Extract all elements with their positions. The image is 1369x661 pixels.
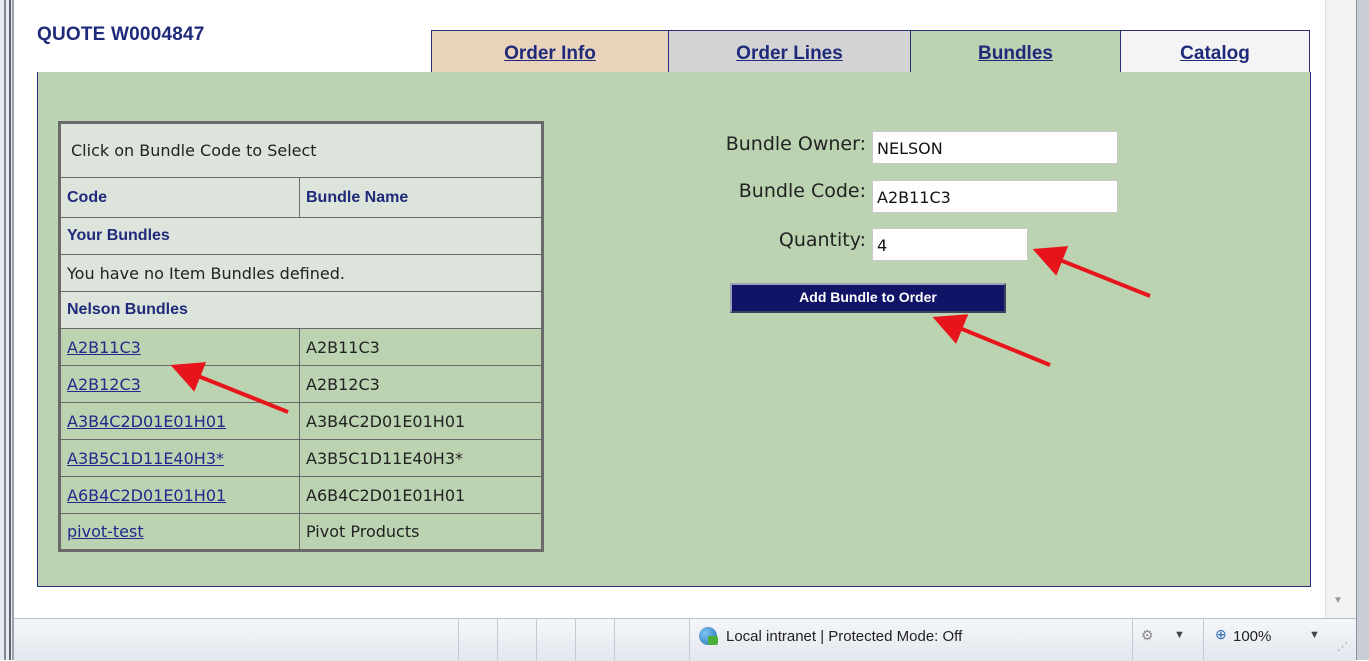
- chevron-down-icon[interactable]: ▼: [1309, 629, 1320, 641]
- lock-icon[interactable]: ⚙: [1141, 627, 1154, 644]
- zoom-level[interactable]: 100%: [1233, 628, 1271, 645]
- bundle-code-label: Bundle Code:: [738, 180, 866, 202]
- bundle-code-field[interactable]: A2B11C3: [872, 180, 1118, 213]
- column-header-code: Code: [59, 177, 300, 218]
- table-row: A2B11C3 A2B11C3: [59, 328, 543, 366]
- add-bundle-button[interactable]: Add Bundle to Order: [730, 283, 1006, 313]
- quantity-label: Quantity:: [778, 229, 866, 251]
- tab-order-lines[interactable]: Order Lines: [668, 30, 911, 73]
- chevron-down-icon[interactable]: ▼: [1174, 629, 1185, 641]
- globe-icon: [699, 627, 718, 645]
- section-your-bundles: Your Bundles: [59, 217, 543, 255]
- bundle-name: A2B12C3: [299, 365, 543, 403]
- status-bar: [14, 618, 1356, 661]
- tab-catalog[interactable]: Catalog: [1120, 30, 1310, 73]
- table-row: A2B12C3 A2B12C3: [59, 365, 543, 403]
- bundle-code-link[interactable]: A6B4C2D01E01H01: [67, 486, 226, 505]
- table-row: pivot-test Pivot Products: [59, 513, 543, 551]
- security-zone[interactable]: Local intranet | Protected Mode: Off: [726, 628, 962, 645]
- quantity-field[interactable]: 4: [872, 228, 1028, 261]
- bundle-code-link[interactable]: A3B4C2D01E01H01: [67, 412, 226, 431]
- window-frame-left: [0, 0, 14, 660]
- tab-bundles[interactable]: Bundles: [910, 30, 1121, 74]
- tab-catalog-label[interactable]: Catalog: [1180, 43, 1250, 64]
- bundle-code-link[interactable]: A3B5C1D11E40H3*: [67, 449, 224, 468]
- vertical-scrollbar[interactable]: [1325, 0, 1356, 618]
- scroll-down-icon[interactable]: ▼: [1333, 596, 1343, 606]
- table-caption: Click on Bundle Code to Select: [59, 122, 543, 178]
- bundle-code-link[interactable]: A2B12C3: [67, 375, 141, 394]
- resize-grip-icon[interactable]: ⋰: [1337, 640, 1348, 653]
- bundle-owner-field[interactable]: NELSON: [872, 131, 1118, 164]
- bundle-name: A6B4C2D01E01H01: [299, 476, 543, 514]
- page-title: QUOTE W0004847: [37, 24, 205, 45]
- empty-message: You have no Item Bundles defined.: [59, 254, 543, 292]
- bundle-name: A3B4C2D01E01H01: [299, 402, 543, 440]
- bundle-name: A2B11C3: [299, 328, 543, 366]
- tab-order-lines-label[interactable]: Order Lines: [736, 43, 843, 64]
- table-row: A3B5C1D11E40H3* A3B5C1D11E40H3*: [59, 439, 543, 477]
- column-header-bundle-name: Bundle Name: [299, 177, 543, 218]
- bundle-owner-label: Bundle Owner:: [725, 133, 866, 155]
- table-row: A3B4C2D01E01H01 A3B4C2D01E01H01: [59, 402, 543, 440]
- bundle-name: A3B5C1D11E40H3*: [299, 439, 543, 477]
- section-nelson-bundles: Nelson Bundles: [59, 291, 543, 329]
- table-row: A6B4C2D01E01H01 A6B4C2D01E01H01: [59, 476, 543, 514]
- window-frame-right: [1356, 0, 1369, 660]
- bundle-code-link[interactable]: A2B11C3: [67, 338, 141, 357]
- zoom-icon[interactable]: ⊕: [1215, 626, 1227, 643]
- tab-order-info-label[interactable]: Order Info: [504, 43, 596, 64]
- bundle-name: Pivot Products: [299, 513, 543, 551]
- tab-bundles-label[interactable]: Bundles: [978, 43, 1053, 64]
- tab-order-info[interactable]: Order Info: [431, 30, 669, 73]
- bundle-table: Click on Bundle Code to Select Code Bund…: [58, 121, 544, 552]
- bundle-code-link[interactable]: pivot-test: [67, 522, 144, 541]
